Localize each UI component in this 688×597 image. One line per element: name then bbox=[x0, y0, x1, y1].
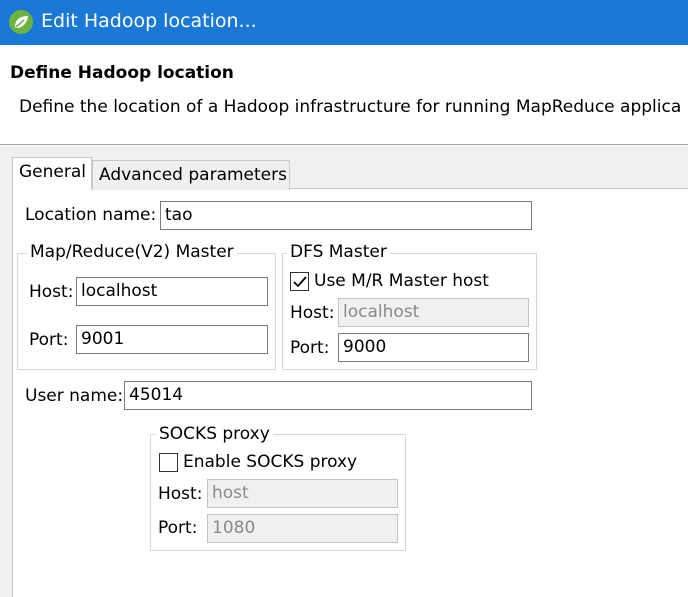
use-mr-master-host-label: Use M/R Master host bbox=[314, 271, 489, 291]
dialog-header: Define Hadoop location Define the locati… bbox=[0, 45, 688, 145]
socks-host-label: Host: bbox=[158, 484, 203, 504]
tab-advanced-parameters[interactable]: Advanced parameters bbox=[92, 160, 290, 190]
dfs-port-label: Port: bbox=[290, 338, 330, 358]
enable-socks-proxy-label: Enable SOCKS proxy bbox=[183, 452, 358, 472]
user-name-label: User name: bbox=[25, 386, 124, 406]
dfs-port-input[interactable]: 9000 bbox=[338, 333, 529, 362]
enable-socks-proxy-checkbox[interactable] bbox=[159, 453, 178, 472]
dfs-host-label: Host: bbox=[290, 303, 335, 323]
spring-leaf-icon bbox=[9, 10, 33, 34]
dfs-host-input[interactable]: localhost bbox=[338, 298, 529, 327]
mr-port-input[interactable]: 9001 bbox=[76, 325, 268, 354]
location-name-input[interactable]: tao bbox=[160, 201, 532, 230]
mr-master-group-title: Map/Reduce(V2) Master bbox=[27, 242, 237, 262]
page-description: Define the location of a Hadoop infrastr… bbox=[19, 97, 682, 117]
window-title: Edit Hadoop location... bbox=[41, 10, 257, 32]
dfs-master-group-title: DFS Master bbox=[287, 242, 390, 262]
location-name-label: Location name: bbox=[25, 205, 157, 225]
checkmark-icon bbox=[293, 276, 307, 288]
socks-port-input[interactable]: 1080 bbox=[207, 514, 398, 543]
socks-proxy-group-title: SOCKS proxy bbox=[156, 424, 273, 444]
user-name-input[interactable]: 45014 bbox=[124, 381, 532, 410]
socks-host-input[interactable]: host bbox=[207, 479, 398, 508]
tab-general[interactable]: General bbox=[12, 157, 92, 189]
page-title: Define Hadoop location bbox=[10, 63, 234, 83]
title-bar: Edit Hadoop location... bbox=[0, 0, 688, 45]
mr-host-label: Host: bbox=[29, 282, 74, 302]
mr-port-label: Port: bbox=[29, 330, 69, 350]
mr-host-input[interactable]: localhost bbox=[76, 277, 268, 306]
socks-port-label: Port: bbox=[158, 518, 198, 538]
use-mr-master-host-checkbox[interactable] bbox=[290, 272, 309, 291]
